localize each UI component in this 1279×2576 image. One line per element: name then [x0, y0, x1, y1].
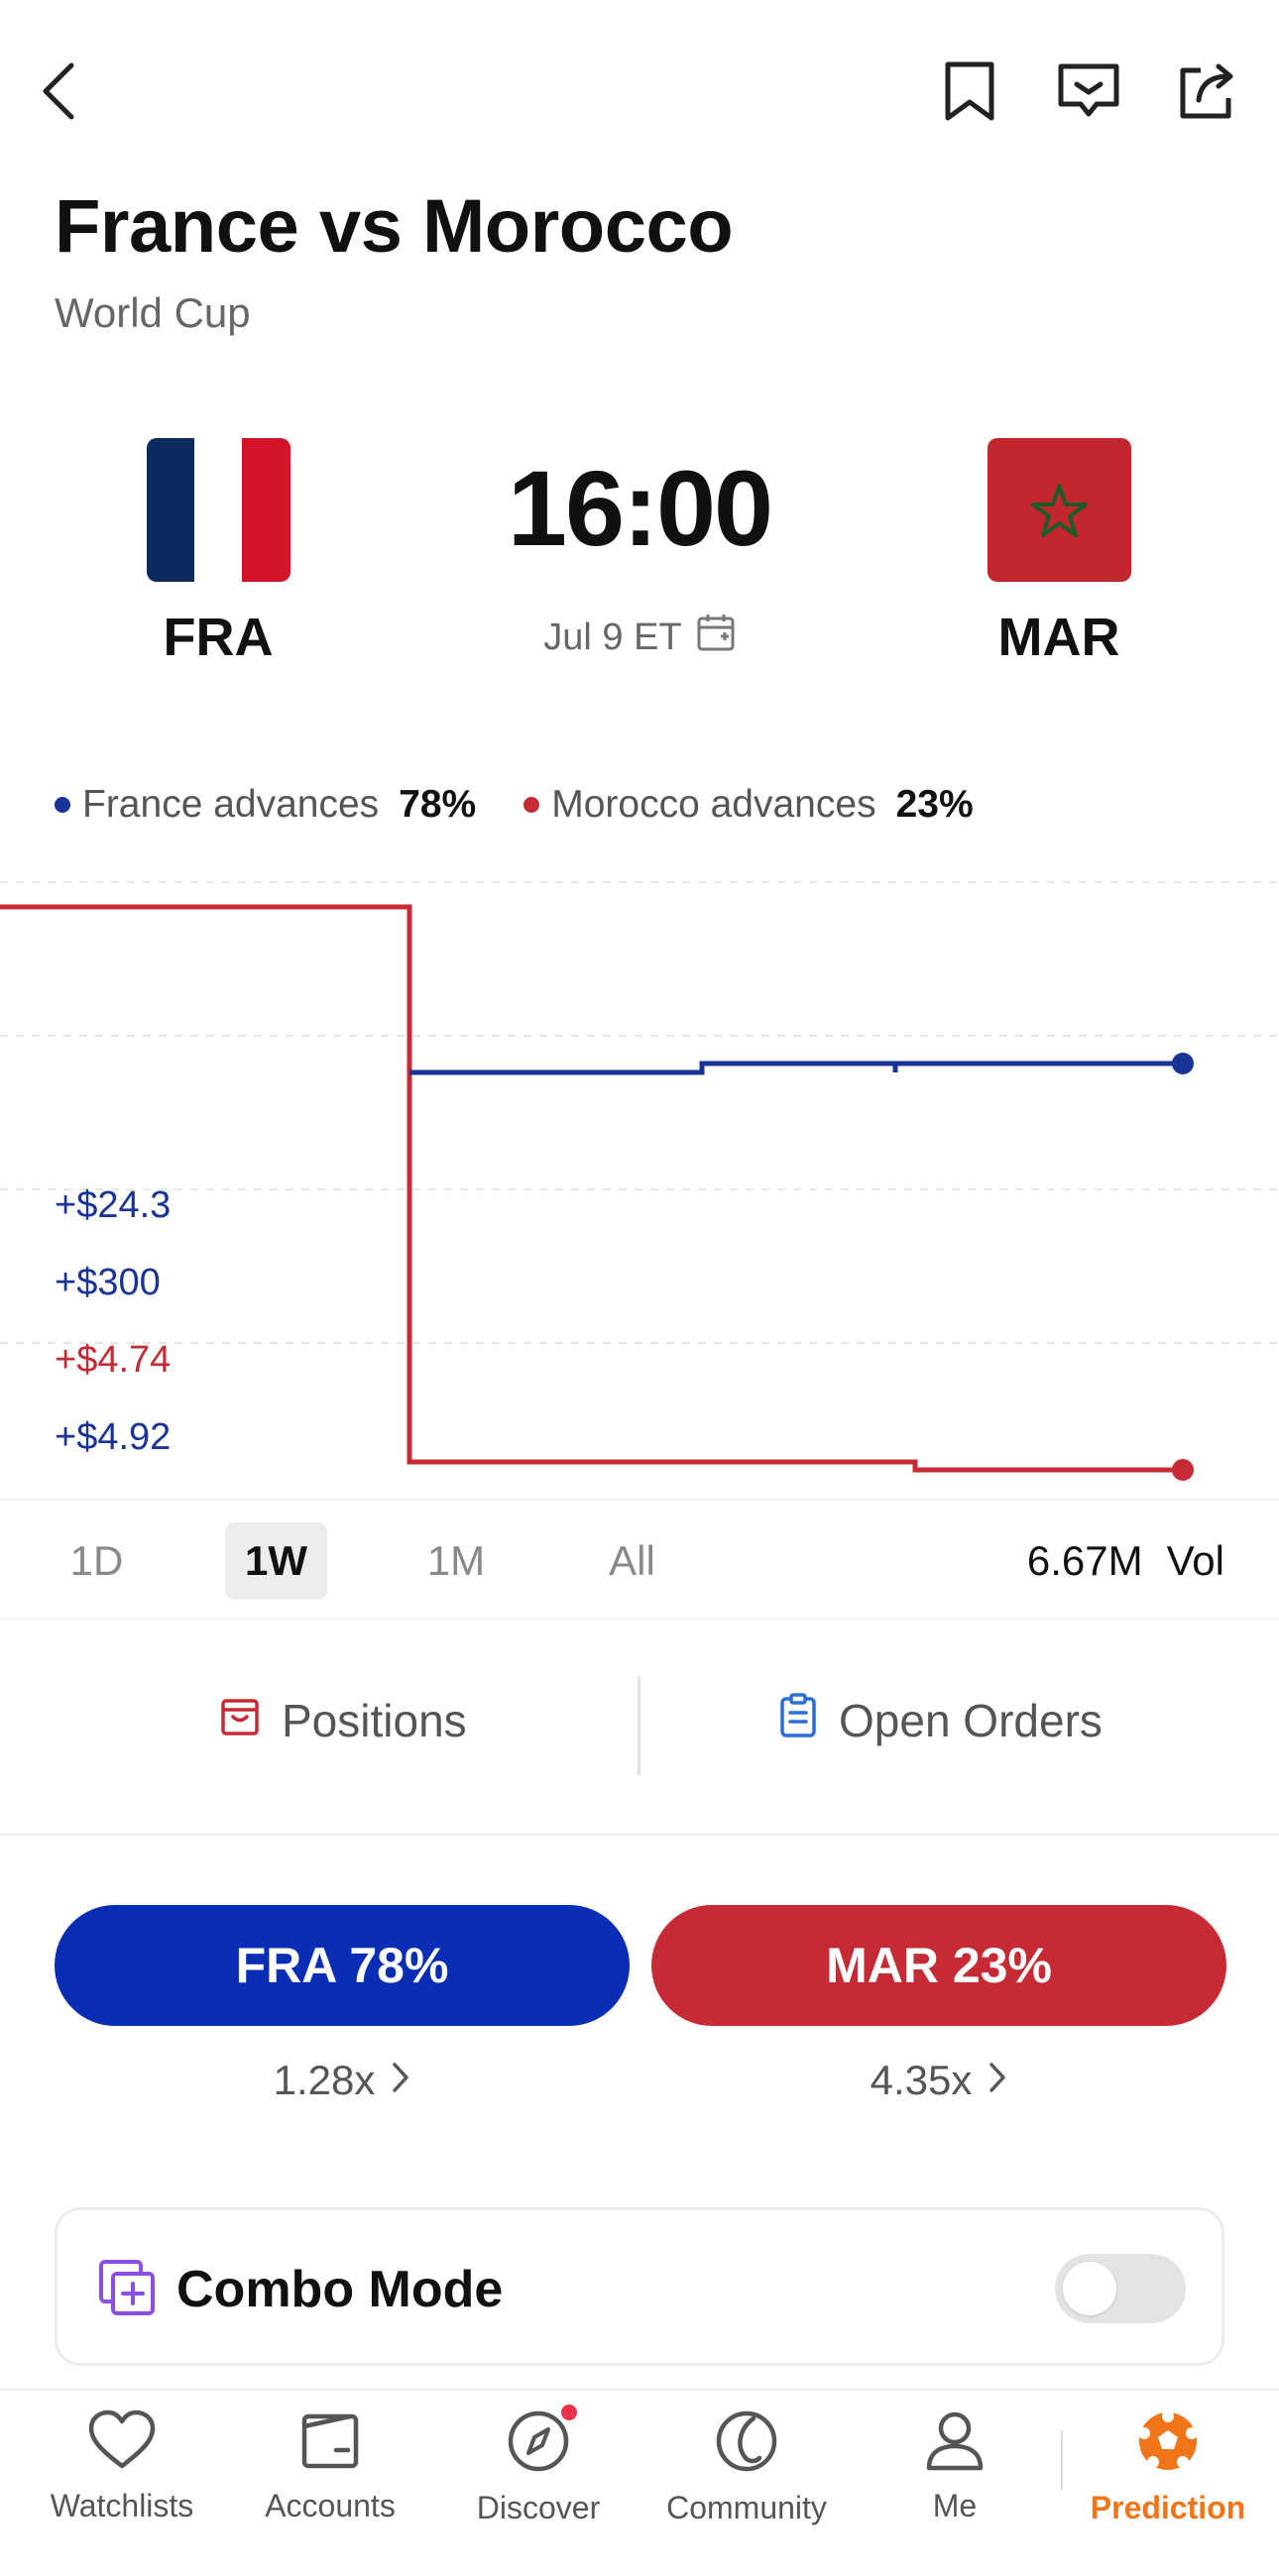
chevron-right-icon: [391, 2057, 410, 2104]
away-odds-link[interactable]: 4.35x: [651, 2057, 1226, 2104]
match-date: Jul 9 ET: [543, 616, 682, 658]
bottom-nav: Watchlists Accounts Discover Community M…: [0, 2389, 1279, 2576]
community-icon: [714, 2408, 779, 2482]
wallet-icon: [298, 2408, 362, 2480]
combo-mode-toggle[interactable]: [1055, 2254, 1186, 2323]
legend-home-pct: 78%: [399, 783, 477, 826]
nav-divider: [1061, 2430, 1063, 2490]
france-series-line: [409, 1061, 1183, 1075]
legend-away-label: Morocco advances: [551, 783, 876, 826]
positions-tab[interactable]: Positions: [220, 1671, 467, 1770]
legend-away: Morocco advances 23%: [523, 783, 974, 827]
competition-label: World Cup: [55, 289, 251, 336]
user-icon: [923, 2408, 987, 2480]
positions-label: Positions: [282, 1695, 467, 1746]
share-icon[interactable]: [1168, 52, 1247, 131]
nav-accounts[interactable]: Accounts: [226, 2408, 434, 2524]
tab-divider: [638, 1676, 640, 1775]
nav-label: Discover: [476, 2490, 601, 2525]
nav-watchlists[interactable]: Watchlists: [18, 2408, 226, 2524]
match-title: France vs Morocco: [55, 184, 734, 269]
add-calendar-icon[interactable]: [696, 613, 736, 662]
match-date-row: Jul 9 ET: [441, 613, 838, 662]
bet-home-button[interactable]: FRA 78%: [55, 1905, 630, 2026]
time-range-bar: 1D 1W 1M All 6.67M Vol: [0, 1499, 1279, 1620]
pnl-label: +$300: [55, 1262, 161, 1303]
chevron-right-icon: [988, 2057, 1007, 2104]
comment-icon[interactable]: [1049, 52, 1128, 131]
top-bar: [0, 0, 1279, 178]
bet-away-button[interactable]: MAR 23%: [651, 1905, 1226, 2026]
away-dot-icon: [523, 797, 540, 813]
notification-dot: [561, 2405, 577, 2420]
nav-label: Me: [932, 2488, 978, 2523]
open-orders-tab[interactable]: Open Orders: [779, 1671, 1103, 1770]
legend-home: France advances 78%: [55, 783, 476, 827]
morocco-last-point: [1172, 1459, 1194, 1481]
nav-label: Community: [666, 2490, 827, 2525]
nav-community[interactable]: Community: [642, 2408, 851, 2526]
nav-label: Prediction: [1090, 2490, 1246, 2525]
range-1d-button[interactable]: 1D: [50, 1522, 144, 1600]
positions-icon: [220, 1694, 260, 1747]
probability-chart[interactable]: +$24.3 +$300 +$4.74 +$4.92: [0, 862, 1279, 1497]
combo-mode-card: Combo Mode: [55, 2207, 1224, 2366]
bookmark-icon[interactable]: [930, 52, 1009, 131]
toggle-knob: [1063, 2262, 1116, 2315]
morocco-flag-icon: [988, 438, 1131, 582]
clipboard-icon: [779, 1692, 817, 1749]
home-odds: 1.28x: [273, 2057, 376, 2103]
range-all-button[interactable]: All: [585, 1522, 679, 1600]
france-last-point: [1172, 1053, 1194, 1074]
volume-value: 6.67M: [1026, 1537, 1143, 1584]
range-1w-button[interactable]: 1W: [225, 1522, 327, 1600]
range-1m-button[interactable]: 1M: [407, 1522, 506, 1600]
positions-orders-row: Positions Open Orders: [0, 1622, 1279, 1836]
home-dot-icon: [55, 797, 70, 813]
pnl-label: +$4.74: [55, 1339, 172, 1381]
nav-me[interactable]: Me: [851, 2408, 1059, 2524]
combo-plus-icon: [99, 2260, 157, 2322]
compass-icon: [506, 2405, 577, 2482]
pnl-label: +$24.3: [55, 1184, 172, 1226]
away-team-code: MAR: [997, 608, 1120, 667]
heart-icon: [87, 2408, 157, 2480]
away-odds: 4.35x: [870, 2057, 973, 2103]
soccer-ball-icon: [1135, 2408, 1201, 2482]
nav-label: Watchlists: [50, 2488, 194, 2523]
home-odds-link[interactable]: 1.28x: [55, 2057, 630, 2104]
back-icon[interactable]: [18, 52, 97, 131]
open-orders-label: Open Orders: [839, 1695, 1103, 1746]
volume-label: Vol: [1166, 1537, 1224, 1584]
chart-legend: France advances 78% Morocco advances 23%: [55, 783, 974, 827]
nav-prediction[interactable]: Prediction: [1064, 2408, 1272, 2526]
match-time: 16:00: [507, 448, 773, 568]
france-flag-icon: [147, 438, 291, 582]
pnl-label: +$4.92: [55, 1416, 172, 1458]
nav-label: Accounts: [265, 2488, 396, 2523]
combo-mode-label: Combo Mode: [176, 2261, 504, 2318]
legend-home-label: France advances: [82, 783, 380, 826]
nav-discover[interactable]: Discover: [434, 2405, 642, 2526]
volume-readout: 6.67M Vol: [1027, 1522, 1224, 1600]
home-team-code: FRA: [163, 608, 274, 667]
chart-svg: [0, 881, 1279, 1481]
legend-away-pct: 23%: [895, 783, 974, 826]
